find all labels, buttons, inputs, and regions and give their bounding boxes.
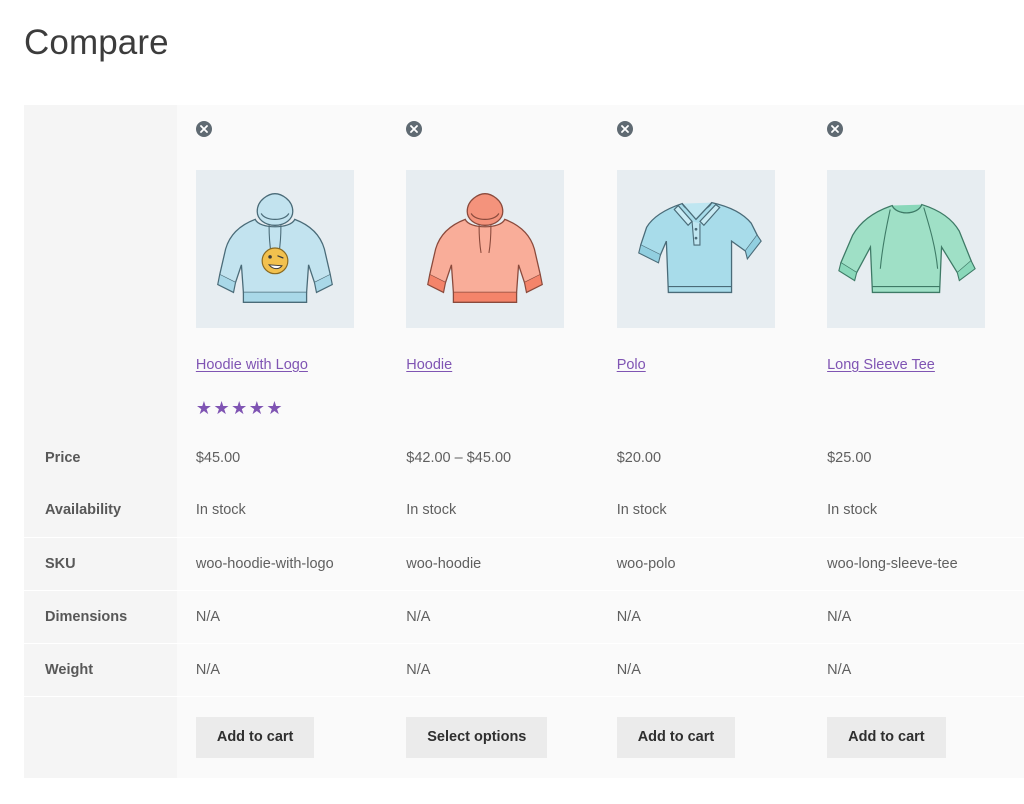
remove-product-button-0[interactable] (195, 121, 212, 138)
product-title-cell-4: V-Neck T-Shirt (1018, 344, 1024, 386)
remove-cell-0 (176, 105, 388, 153)
row-label-cart (24, 695, 177, 778)
compare-table: Hoodie with Logo Hoodie Polo Long Sleeve… (24, 105, 1024, 778)
hoodie-illustration (427, 192, 544, 303)
remove-cell-4 (1018, 105, 1024, 153)
price-value-4: $15.00 (1018, 431, 1024, 484)
dimensions-value-4: N/A (1018, 589, 1024, 643)
hoodie-with-logo-illustration (216, 192, 333, 303)
product-thumbnail-hoodie[interactable] (406, 169, 565, 328)
sku-value-0: woo-hoodie-with-logo (176, 536, 388, 590)
cart-cell-4: Select options (1018, 695, 1024, 778)
product-image-cell-1 (387, 153, 598, 344)
product-title-cell-0: Hoodie with Logo (176, 344, 388, 386)
table-row-rating: ★★★★★ (24, 386, 1024, 431)
dimensions-value-2: N/A (597, 589, 809, 643)
product-image-cell-3 (808, 153, 1019, 344)
remove-cell-3 (808, 105, 1019, 153)
product-rating-cell-2 (597, 386, 809, 431)
product-rating-cell-3 (808, 386, 1019, 431)
cart-cell-2: Add to cart (597, 695, 809, 778)
star-rating-0: ★★★★★ (195, 398, 285, 418)
product-image-cell-4 (1018, 153, 1024, 344)
cart-cell-0: Add to cart (176, 695, 388, 778)
remove-cell-1 (387, 105, 598, 153)
weight-value-0: N/A (176, 642, 388, 696)
table-row-availability: Availability In stock In stock In stock … (24, 484, 1024, 537)
sku-value-2: woo-polo (597, 536, 809, 590)
close-icon (410, 125, 419, 133)
dimensions-value-0: N/A (176, 589, 388, 643)
product-link-0[interactable]: Hoodie with Logo (196, 357, 308, 373)
close-icon (620, 125, 629, 133)
row-label-price: Price (24, 431, 177, 484)
sku-value-1: woo-hoodie (387, 536, 598, 590)
row-label-rating (24, 386, 177, 431)
product-image-cell-2 (597, 153, 809, 344)
weight-value-3: N/A (808, 642, 1019, 696)
row-label-availability: Availability (24, 484, 177, 537)
table-row-image (24, 153, 1024, 344)
table-row-add-to-cart: Add to cart Select options Add to cart A… (24, 695, 1024, 778)
remove-cell-2 (597, 105, 809, 153)
table-row-title: Hoodie with Logo Hoodie Polo Long Sleeve… (24, 344, 1024, 386)
add-to-cart-button-3[interactable]: Add to cart (827, 717, 946, 758)
availability-value-4: In stock (1018, 484, 1024, 537)
weight-value-1: N/A (387, 642, 598, 696)
availability-value-0: In stock (176, 484, 388, 537)
row-label-sku: SKU (24, 536, 177, 590)
product-title-cell-3: Long Sleeve Tee (808, 344, 1019, 386)
long-sleeve-tee-illustration (838, 203, 976, 293)
table-row-remove (24, 105, 1024, 153)
table-row-dimensions: Dimensions N/A N/A N/A N/A N/A (24, 589, 1024, 643)
remove-product-button-1[interactable] (406, 121, 423, 138)
availability-value-2: In stock (597, 484, 809, 537)
availability-value-3: In stock (808, 484, 1019, 537)
close-icon (199, 125, 208, 133)
table-row-sku: SKU woo-hoodie-with-logo woo-hoodie woo-… (24, 536, 1024, 590)
price-value-0: $45.00 (176, 431, 388, 484)
product-thumbnail-long-sleeve-tee[interactable] (827, 169, 986, 328)
row-label-title (24, 344, 177, 386)
cart-cell-3: Add to cart (808, 695, 1019, 778)
polo-shirt-illustration (637, 201, 762, 293)
sku-value-4: woo-vneck-tee (1018, 536, 1024, 590)
availability-value-1: In stock (387, 484, 598, 537)
price-value-2: $20.00 (597, 431, 809, 484)
price-value-3: $25.00 (808, 431, 1019, 484)
add-to-cart-button-2[interactable]: Add to cart (616, 717, 736, 758)
table-row-price: Price $45.00 $42.00 – $45.00 $20.00 $25.… (24, 431, 1024, 484)
product-thumbnail-hoodie-with-logo[interactable] (195, 169, 354, 328)
weight-value-4: N/A (1018, 642, 1024, 696)
row-label-weight: Weight (24, 642, 177, 696)
product-title-cell-2: Polo (597, 344, 809, 386)
product-image-cell-0 (176, 153, 388, 344)
sku-value-3: woo-long-sleeve-tee (808, 536, 1019, 590)
compare-page: Compare Hoodie with Logo Hoodie Polo Lon… (0, 0, 1024, 804)
remove-product-button-3[interactable] (827, 121, 844, 138)
page-title: Compare (24, 23, 169, 62)
select-options-button-1[interactable]: Select options (406, 717, 548, 758)
product-link-2[interactable]: Polo (617, 357, 646, 373)
product-thumbnail-polo[interactable] (616, 169, 775, 328)
row-label-remove (24, 105, 177, 153)
product-rating-cell-0: ★★★★★ (176, 386, 388, 431)
table-row-weight: Weight N/A N/A N/A N/A N/A (24, 642, 1024, 696)
row-label-dimensions: Dimensions (24, 589, 177, 643)
product-title-cell-1: Hoodie (387, 344, 598, 386)
product-link-1[interactable]: Hoodie (406, 357, 452, 373)
weight-value-2: N/A (597, 642, 809, 696)
price-value-1: $42.00 – $45.00 (387, 431, 598, 484)
dimensions-value-3: N/A (808, 589, 1019, 643)
product-link-3[interactable]: Long Sleeve Tee (827, 357, 935, 373)
cart-cell-1: Select options (387, 695, 598, 778)
row-label-image (24, 153, 177, 344)
compare-table-container: Hoodie with Logo Hoodie Polo Long Sleeve… (24, 105, 1024, 804)
remove-product-button-2[interactable] (616, 121, 633, 138)
product-rating-cell-4 (1018, 386, 1024, 431)
close-icon (831, 125, 840, 133)
dimensions-value-1: N/A (387, 589, 598, 643)
add-to-cart-button-0[interactable]: Add to cart (195, 717, 315, 758)
product-rating-cell-1 (387, 386, 598, 431)
